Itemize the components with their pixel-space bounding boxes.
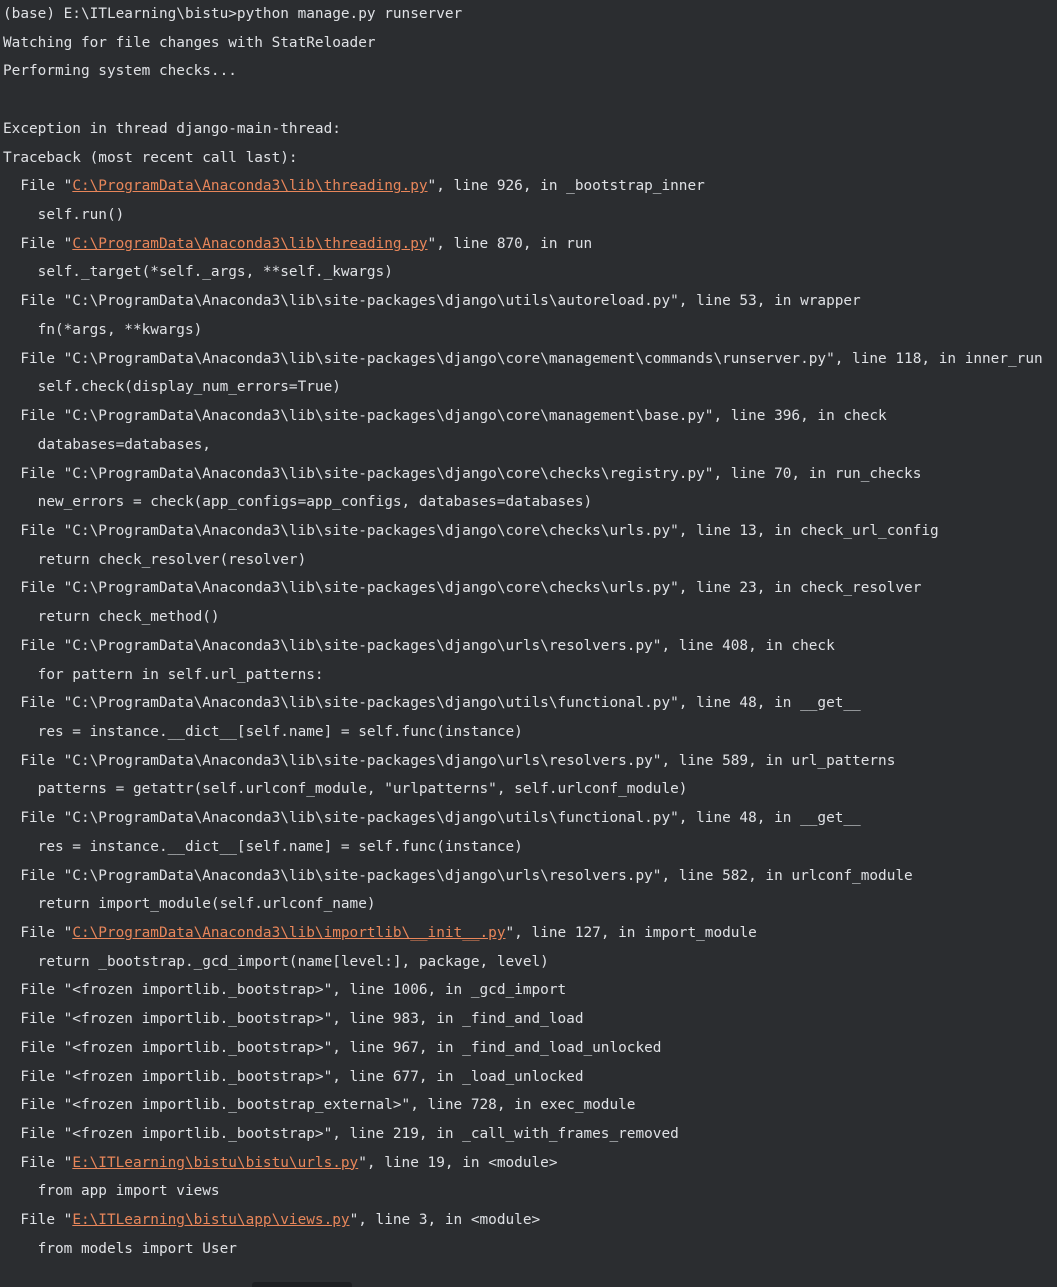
console-line: res = instance.__dict__[self.name] = sel… bbox=[3, 723, 523, 740]
console-line: File "C:\ProgramData\Anaconda3\lib\site-… bbox=[3, 293, 861, 310]
line-prefix: File " bbox=[3, 235, 73, 252]
console-line: File "C:\ProgramData\Anaconda3\lib\threa… bbox=[3, 172, 1057, 201]
console-line: File "C:\ProgramData\Anaconda3\lib\impor… bbox=[3, 919, 1057, 948]
console-line: Exception in thread django-main-thread: bbox=[3, 120, 341, 137]
console-line: fn(*args, **kwargs) bbox=[3, 321, 203, 338]
console-line: File "C:\ProgramData\Anaconda3\lib\site-… bbox=[3, 637, 835, 654]
console-line: res = instance.__dict__[self.name] = sel… bbox=[3, 838, 523, 855]
console-line: File "<frozen importlib._bootstrap>", li… bbox=[3, 1011, 584, 1028]
console-line: return check_resolver(resolver) bbox=[3, 551, 307, 568]
console-line: patterns = getattr(self.urlconf_module, … bbox=[3, 781, 688, 798]
console-line: self.check(display_num_errors=True) bbox=[3, 379, 341, 396]
file-path-link[interactable]: C:\ProgramData\Anaconda3\lib\threading.p… bbox=[72, 236, 427, 252]
console-line: File "C:\ProgramData\Anaconda3\lib\site-… bbox=[3, 408, 887, 425]
console-line: return check_method() bbox=[3, 609, 220, 626]
console-line: Traceback (most recent call last): bbox=[3, 149, 298, 166]
console-line: File "C:\ProgramData\Anaconda3\lib\site-… bbox=[3, 810, 861, 827]
console-line: File "C:\ProgramData\Anaconda3\lib\site-… bbox=[3, 580, 922, 597]
console-line: File "E:\ITLearning\bistu\bistu\urls.py"… bbox=[3, 1149, 1057, 1178]
console-line: Watching for file changes with StatReloa… bbox=[3, 34, 376, 51]
file-path-link[interactable]: C:\ProgramData\Anaconda3\lib\threading.p… bbox=[72, 178, 427, 194]
console-line: return import_module(self.urlconf_name) bbox=[3, 896, 376, 913]
console-line: databases=databases, bbox=[3, 436, 211, 453]
console-line: (base) E:\ITLearning\bistu>python manage… bbox=[3, 6, 463, 22]
console-line: File "C:\ProgramData\Anaconda3\lib\site-… bbox=[3, 522, 939, 539]
console-line: new_errors = check(app_configs=app_confi… bbox=[3, 494, 593, 511]
file-path-link[interactable]: E:\ITLearning\bistu\bistu\urls.py bbox=[72, 1155, 358, 1171]
console-line: File "<frozen importlib._bootstrap>", li… bbox=[3, 1039, 662, 1056]
console-line: from app import views bbox=[3, 1183, 220, 1200]
console-line: self._target(*self._args, **self._kwargs… bbox=[3, 264, 393, 281]
console-line: from models import User bbox=[3, 1240, 237, 1257]
console-line: Performing system checks... bbox=[3, 63, 237, 80]
console-line: File "<frozen importlib._bootstrap_exter… bbox=[3, 1097, 636, 1114]
line-suffix: ", line 926, in _bootstrap_inner bbox=[427, 178, 705, 195]
line-suffix: ", line 3, in <module> bbox=[349, 1212, 541, 1229]
line-suffix: ", line 127, in import_module bbox=[505, 925, 757, 941]
console-line: File "C:\ProgramData\Anaconda3\lib\threa… bbox=[3, 230, 1057, 259]
console-line: File "C:\ProgramData\Anaconda3\lib\site-… bbox=[3, 465, 922, 482]
line-prefix: File " bbox=[3, 1154, 73, 1171]
line-prefix: File " bbox=[3, 925, 73, 941]
file-path-link[interactable]: E:\ITLearning\bistu\app\views.py bbox=[72, 1212, 349, 1228]
console-line: for pattern in self.url_patterns: bbox=[3, 666, 324, 683]
console-line: File "<frozen importlib._bootstrap>", li… bbox=[3, 1068, 584, 1085]
console-line: File "<frozen importlib._bootstrap>", li… bbox=[3, 1126, 679, 1143]
console-line: File "C:\ProgramData\Anaconda3\lib\site-… bbox=[3, 695, 861, 712]
console-line: self.run() bbox=[3, 207, 125, 224]
terminal-output: (base) E:\ITLearning\bistu>python manage… bbox=[3, 0, 1057, 1264]
console-line: File "E:\ITLearning\bistu\app\views.py",… bbox=[3, 1206, 1057, 1235]
console-line: File "C:\ProgramData\Anaconda3\lib\site-… bbox=[3, 752, 896, 769]
line-suffix: ", line 19, in <module> bbox=[358, 1154, 558, 1171]
line-prefix: File " bbox=[3, 1212, 73, 1229]
line-suffix: ", line 870, in run bbox=[427, 235, 593, 252]
console-line: File "C:\ProgramData\Anaconda3\lib\site-… bbox=[3, 350, 1043, 367]
line-prefix: File " bbox=[3, 178, 73, 195]
console-line: File "C:\ProgramData\Anaconda3\lib\site-… bbox=[3, 867, 913, 884]
console-line: return _bootstrap._gcd_import(name[level… bbox=[3, 953, 549, 970]
file-path-link[interactable]: C:\ProgramData\Anaconda3\lib\importlib\_… bbox=[72, 925, 505, 941]
console-line: File "<frozen importlib._bootstrap>", li… bbox=[3, 982, 567, 999]
horizontal-scrollbar-thumb[interactable] bbox=[252, 1282, 352, 1287]
